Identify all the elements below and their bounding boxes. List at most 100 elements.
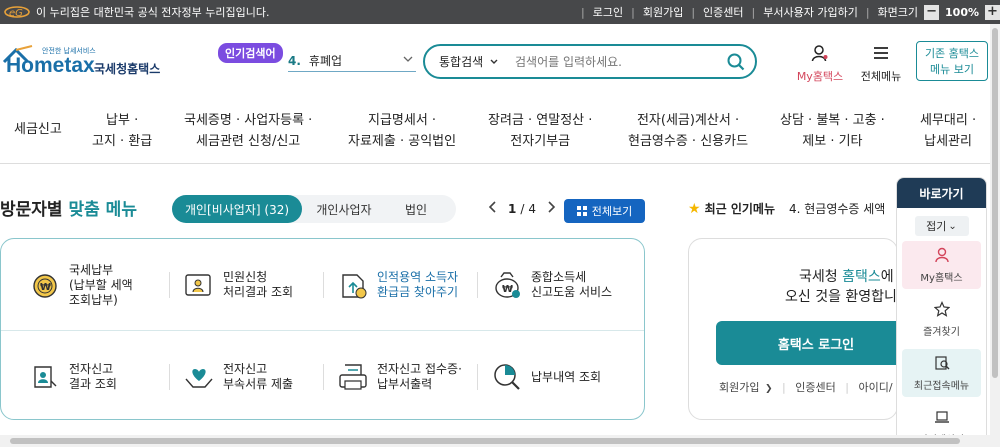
page-separator: / xyxy=(520,202,525,216)
gov-utility-links: | 로그인 | 회원가입 | 인증센터 | 부서사용자 가입하기 | 화면크기 … xyxy=(573,0,1000,24)
magnifier-chart-icon xyxy=(491,361,523,393)
hometax-login-button[interactable]: 홈택스 로그인 xyxy=(716,321,897,365)
gnb-item-tax-filing[interactable]: 세금신고 xyxy=(14,119,62,140)
menu-item-refund-finder[interactable]: 인적용역 소득자 환급금 찾아주기 xyxy=(337,255,487,315)
next-page-icon[interactable] xyxy=(546,200,556,218)
old-hometax-menu-button[interactable]: 기존 홈택스 메뉴 보기 xyxy=(916,41,988,81)
quick-links-title: 바로가기 xyxy=(897,178,986,208)
my-hometax-button[interactable]: My홈택스 xyxy=(792,44,848,84)
printer-icon xyxy=(337,361,369,393)
quick-my-hometax[interactable]: My홈택스 xyxy=(902,241,981,289)
prev-page-icon[interactable] xyxy=(488,200,498,218)
popular-search-term: 휴폐업 xyxy=(308,54,343,68)
cert-center-link[interactable]: 인증센터 xyxy=(795,381,835,394)
popular-search-badge: 인기검색어 xyxy=(218,43,283,63)
money-bag-icon: ₩ xyxy=(491,269,523,301)
user-icon xyxy=(902,247,981,266)
grid-icon xyxy=(576,206,587,216)
horizontal-scroll-thumb[interactable] xyxy=(10,438,960,444)
quick-favorites[interactable]: 즐겨찾기 xyxy=(902,295,981,343)
gnb-item-consultation[interactable]: 상담 · 불복 · 고충 · 제보 · 기타 xyxy=(780,110,885,152)
all-menu-button[interactable]: 전체메뉴 xyxy=(856,44,906,84)
gnb-item-certificates[interactable]: 국세증명 · 사업자등록 · 세금관련 신청/신고 xyxy=(184,110,312,152)
view-all-label: 전체보기 xyxy=(591,205,633,218)
tab-individual-non-business[interactable]: 개인[비사업자] (32) xyxy=(172,195,302,223)
quick-links-panel: 바로가기 접기⌄ My홈택스 즐겨찾기 최근접속메뉴 인터넷상담 xyxy=(896,177,987,447)
search-type-select[interactable]: 통합검색 xyxy=(439,53,515,70)
all-menu-label: 전체메뉴 xyxy=(860,70,902,83)
menu-item-attachment-submit[interactable]: 전자신고 부속서류 제출 xyxy=(183,347,333,407)
screen-size-label: 화면크기 xyxy=(877,6,919,19)
gnb-item-payment-statements[interactable]: 지급명세서 · 자료제출 · 공익법인 xyxy=(348,110,456,152)
menu-item-payment-history[interactable]: 납부내역 조회 xyxy=(491,347,641,407)
fold-button[interactable]: 접기 ⌄ xyxy=(914,216,969,236)
logo-wordmark: Hometax xyxy=(6,54,95,77)
dept-user-signup-link[interactable]: 부서사용자 가입하기 xyxy=(763,4,858,20)
menu-item-e-filing-result[interactable]: 전자신고 결과 조회 xyxy=(29,347,179,407)
zoom-level: 100% xyxy=(945,5,979,19)
user-icon xyxy=(792,44,848,65)
visitor-type-tabs: 개인[비사업자] (32) 개인사업자 법인 xyxy=(172,195,456,223)
chevron-down-icon xyxy=(402,53,414,68)
scroll-person-icon xyxy=(29,361,61,393)
cert-center-link[interactable]: 인증센터 xyxy=(703,4,743,20)
popular-search-select[interactable]: 4. 휴폐업 xyxy=(288,50,416,72)
tab-corporation[interactable]: 법인 xyxy=(386,195,446,223)
logo-subtitle: 국세청홈택스 xyxy=(94,62,161,76)
popular-menu-item: 4. 현금영수증 세액 xyxy=(788,202,886,216)
svg-text:eG: eG xyxy=(9,8,23,19)
hamburger-icon xyxy=(856,44,906,65)
vertical-scrollbar[interactable] xyxy=(990,24,1000,447)
join-link[interactable]: 회원가입 xyxy=(719,381,759,394)
old-hometax-line1: 기존 홈택스 xyxy=(924,47,980,60)
chevron-right-icon: ❯ xyxy=(764,384,773,394)
zoom-in-button[interactable]: + xyxy=(985,4,1000,20)
search-bar: 통합검색 xyxy=(423,44,757,79)
gnb-item-e-invoice[interactable]: 전자(세금)계산서 · 현금영수증 · 신용카드 xyxy=(628,110,748,152)
quick-recent-menu[interactable]: 최근접속메뉴 xyxy=(902,349,981,397)
chevron-down-icon xyxy=(487,59,498,69)
horizontal-scrollbar[interactable] xyxy=(0,435,990,447)
menu-item-income-tax-help[interactable]: ₩ 종합소득세 신고도움 서비스 xyxy=(491,255,641,315)
search-input[interactable] xyxy=(515,54,715,69)
menu-item-receipt-print[interactable]: 전자신고 접수증· 납부서출력 xyxy=(337,347,487,407)
find-id-link[interactable]: 아이디/ xyxy=(858,381,892,394)
my-hometax-label: My홈택스 xyxy=(796,70,844,83)
gnb-item-incentives[interactable]: 장려금 · 연말정산 · 전자기부금 xyxy=(488,110,592,152)
gov-notice-text: 이 누리집은 대한민국 공식 전자정부 누리집입니다. xyxy=(36,6,270,19)
vertical-scroll-thumb[interactable] xyxy=(992,28,998,378)
view-all-button[interactable]: 전체보기 xyxy=(564,199,645,223)
zoom-out-button[interactable]: − xyxy=(924,4,940,20)
egov-logo-icon: eG xyxy=(2,0,32,24)
login-panel: 국세청 홈택스에 오신 것을 환영합니다 홈택스 로그인 회원가입 ❯ | 인증… xyxy=(688,238,898,420)
popular-menu-ticker[interactable]: ★ 최근 인기메뉴 4. 현금영수증 세액 xyxy=(688,200,898,217)
won-coin-icon: ₩ xyxy=(29,269,61,301)
star-outline-icon xyxy=(902,301,981,320)
hometax-logo[interactable]: 안전한 납세서비스 Hometax 국세청홈택스 xyxy=(2,44,172,80)
heart-hands-icon xyxy=(183,361,215,393)
recent-search-icon xyxy=(902,355,981,374)
custom-menu-panel: ₩ 국세납부 (납부할 세액 조회납부) 민원신청 처리결과 조회 인적용역 소… xyxy=(0,238,645,420)
svg-text:₩: ₩ xyxy=(40,282,51,293)
gnb-item-tax-agent[interactable]: 세무대리 · 납세관리 xyxy=(920,110,976,152)
popular-search-rank: 4. xyxy=(288,53,301,68)
gov-notice-bar: eG 이 누리집은 대한민국 공식 전자정부 누리집입니다. | 로그인 | 회… xyxy=(0,0,1000,24)
document-person-icon xyxy=(183,269,215,301)
tab-individual-business[interactable]: 개인사업자 xyxy=(302,195,386,223)
welcome-message: 국세청 홈택스에 오신 것을 환영합니다 xyxy=(785,269,898,305)
search-icon[interactable] xyxy=(727,53,745,71)
gnb-item-payment[interactable]: 납부 · 고지 · 환급 xyxy=(92,110,152,152)
page-total: 4 xyxy=(528,202,537,216)
page-current: 1 xyxy=(508,202,517,216)
site-header: 안전한 납세서비스 Hometax 국세청홈택스 인기검색어 4. 휴폐업 통합… xyxy=(0,24,990,98)
svg-text:₩: ₩ xyxy=(502,284,513,295)
menu-item-national-tax-payment[interactable]: ₩ 국세납부 (납부할 세액 조회납부) xyxy=(29,255,179,315)
signup-link[interactable]: 회원가입 xyxy=(643,4,683,20)
menu-pager: 1 / 4 xyxy=(488,200,556,218)
section-title: 방문자별 맞춤 메뉴 xyxy=(0,200,137,220)
menu-divider xyxy=(1,330,644,331)
menu-item-civil-petition-result[interactable]: 민원신청 처리결과 조회 xyxy=(183,255,333,315)
popular-menu-label: 최근 인기메뉴 xyxy=(704,202,775,216)
search-type-label: 통합검색 xyxy=(439,55,484,69)
login-link[interactable]: 로그인 xyxy=(593,4,623,20)
